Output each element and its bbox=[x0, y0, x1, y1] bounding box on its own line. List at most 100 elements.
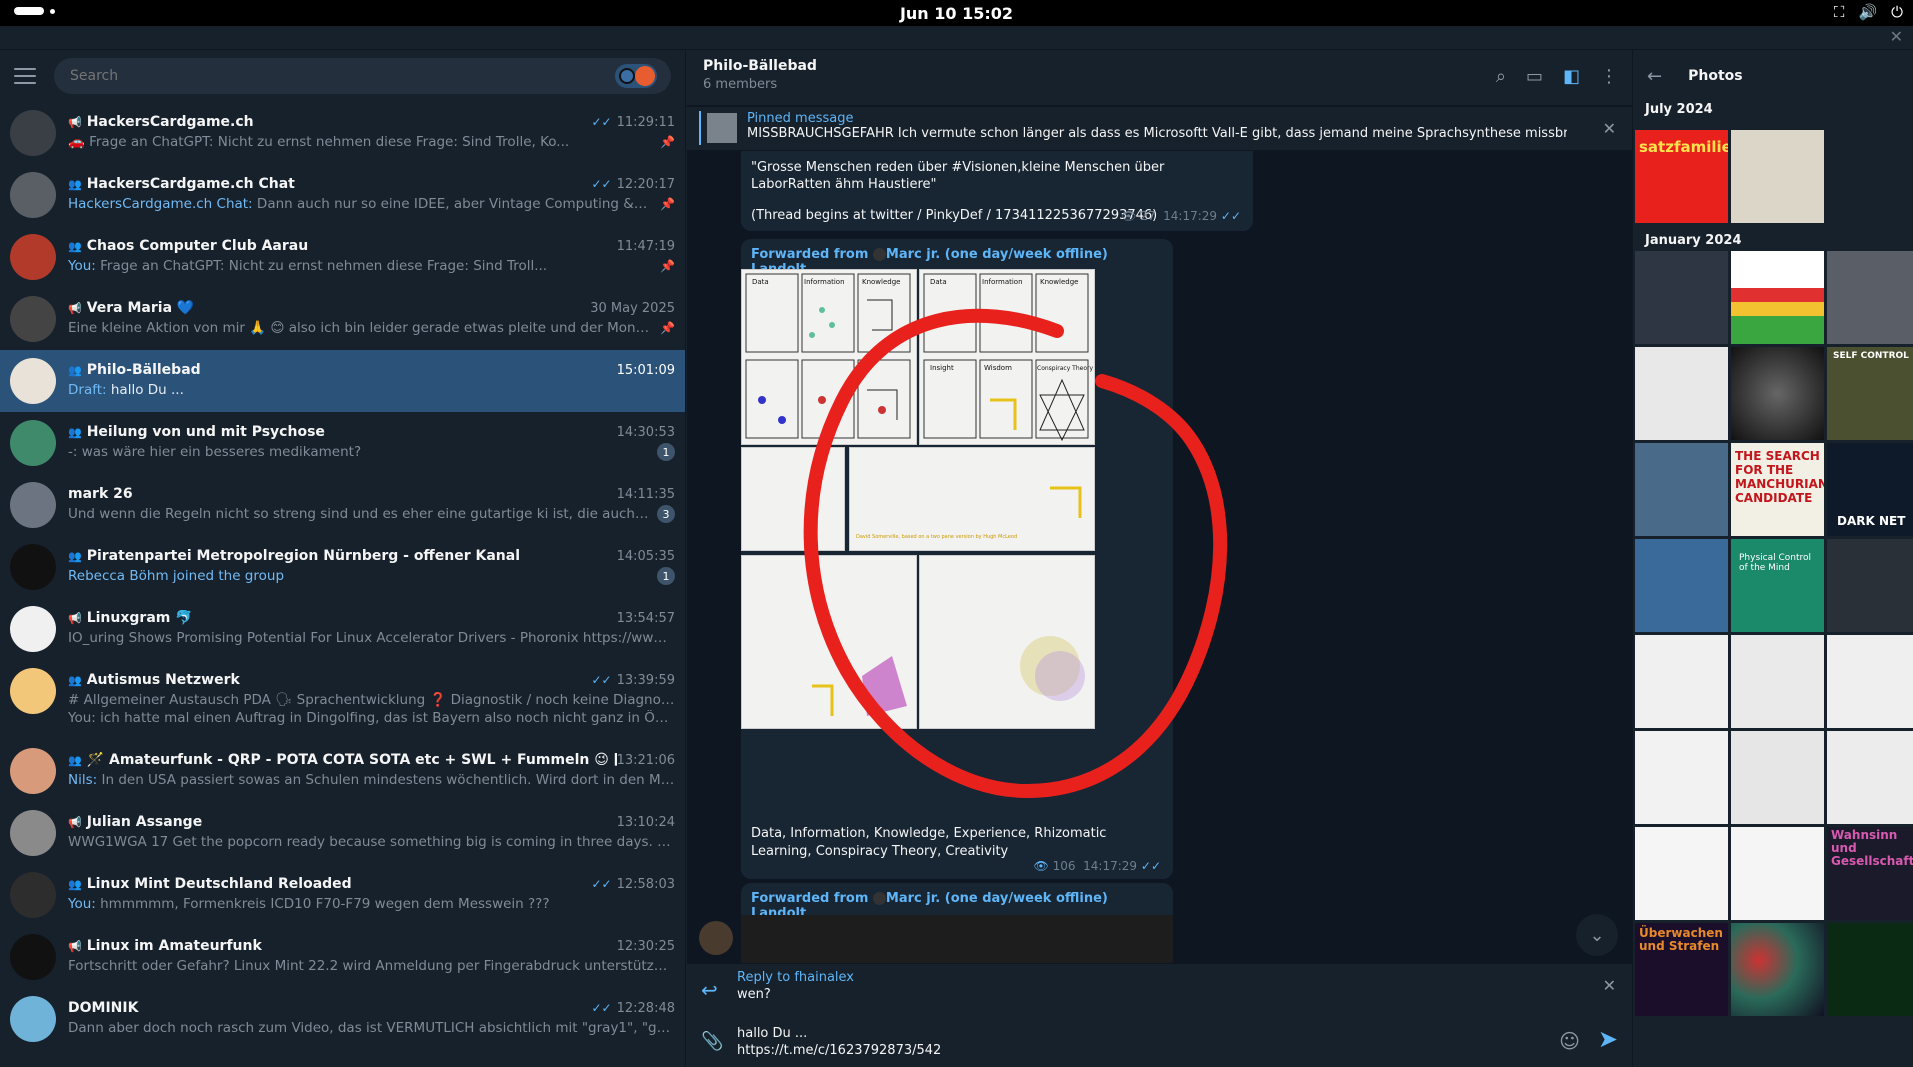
system-clock[interactable]: Jun 10 15:02 bbox=[900, 4, 1013, 23]
photo-thumbnail[interactable]: Überwachen und Strafen bbox=[1635, 923, 1728, 1016]
shared-photos-panel: ← Photos July 2024 satzfamilien January … bbox=[1632, 50, 1913, 1067]
photo-thumbnail[interactable] bbox=[1635, 539, 1728, 632]
photo-thumbnail[interactable]: SELF CONTROL bbox=[1827, 347, 1913, 440]
volume-icon[interactable]: 🔊 bbox=[1858, 3, 1877, 21]
emoji-icon[interactable]: ☺ bbox=[1559, 1029, 1580, 1053]
menu-icon[interactable] bbox=[14, 68, 36, 84]
chat-name: 👥 Philo-Bällebad bbox=[68, 362, 201, 378]
night-mode-toggle[interactable] bbox=[615, 64, 657, 88]
chat-avatar[interactable] bbox=[10, 482, 56, 528]
photo-thumbnail[interactable] bbox=[1635, 443, 1728, 536]
message-history[interactable]: "Grosse Menschen reden über #Visionen,kl… bbox=[687, 151, 1632, 963]
photo-thumbnail[interactable]: Wahnsinn und Gesellschaft bbox=[1827, 827, 1913, 920]
attach-icon[interactable]: 📎 bbox=[701, 1031, 723, 1052]
photo-thumbnail[interactable] bbox=[1827, 635, 1913, 728]
photo-thumbnail[interactable] bbox=[1635, 251, 1728, 344]
video-chat-icon[interactable]: ▭ bbox=[1526, 66, 1543, 87]
chat-list-item[interactable]: 👥 Autismus Netzwerk ✓✓ 13:39:59 # Allgemeine… bbox=[0, 660, 685, 740]
photos-grid-january: SELF CONTROL THE SEARCH FOR THE MANCHURI… bbox=[1633, 251, 1913, 1016]
message-sender: You: bbox=[68, 258, 96, 274]
photo-thumbnail[interactable] bbox=[1827, 539, 1913, 632]
power-icon[interactable]: ⏻ bbox=[1891, 3, 1903, 21]
chat-list-item[interactable]: 📢 HackersCardgame.ch ✓✓ 11:29:11 🚗 Frage an … bbox=[0, 102, 685, 164]
group-icon: 👥 bbox=[68, 878, 82, 891]
chat-avatar[interactable] bbox=[10, 420, 56, 466]
chat-list-item[interactable]: 👥 Linux Mint Deutschland Reloaded ✓✓ 12:58:… bbox=[0, 864, 685, 926]
photo-thumbnail[interactable] bbox=[1635, 827, 1728, 920]
chat-avatar[interactable] bbox=[10, 544, 56, 590]
activities-indicator[interactable] bbox=[14, 7, 44, 15]
photo-thumbnail[interactable]: THE SEARCH FOR THE MANCHURIAN CANDIDATE bbox=[1731, 443, 1824, 536]
photo-thumbnail[interactable] bbox=[1731, 635, 1824, 728]
photo-thumbnail[interactable] bbox=[1827, 731, 1913, 824]
chat-list-item[interactable]: mark 26 14:11:35 Und wenn die Regeln nicht… bbox=[0, 474, 685, 536]
chat-avatar[interactable] bbox=[10, 668, 56, 714]
photo-thumbnail[interactable] bbox=[1731, 251, 1824, 344]
chat-list-item[interactable]: 👥 Philo-Bällebad 15:01:09 Draft: hallo Du .… bbox=[0, 350, 685, 412]
chat-name: 👥 Heilung von und mit Psychose bbox=[68, 424, 325, 440]
chat-avatar[interactable] bbox=[10, 358, 56, 404]
photo-thumbnail[interactable]: satzfamilien bbox=[1635, 130, 1728, 223]
photo-thumbnail[interactable] bbox=[1731, 731, 1824, 824]
message-input[interactable]: hallo Du ... https://t.me/c/1623792873/5… bbox=[737, 1025, 1517, 1063]
chat-list-item[interactable]: 👥 HackersCardgame.ch Chat ✓✓ 12:20:17 Hacker… bbox=[0, 164, 685, 226]
sidebar-toggle-icon[interactable]: ◧ bbox=[1563, 66, 1580, 87]
chat-avatar[interactable] bbox=[10, 110, 56, 156]
photo-thumbnail[interactable] bbox=[1731, 827, 1824, 920]
reply-preview-bar[interactable]: ↩ Reply to fhainalex wen? ✕ bbox=[687, 963, 1632, 1015]
reply-text: wen? bbox=[737, 987, 771, 1002]
chat-avatar[interactable] bbox=[10, 872, 56, 918]
chat-avatar[interactable] bbox=[10, 934, 56, 980]
chat-avatar[interactable] bbox=[10, 996, 56, 1042]
pinned-message-bar[interactable]: Pinned message MISSBRAUCHSGEFAHR Ich ver… bbox=[687, 107, 1632, 151]
scroll-down-button[interactable]: ⌄ bbox=[1576, 914, 1618, 956]
photo-thumbnail[interactable] bbox=[1731, 347, 1824, 440]
chat-list-item[interactable]: 📢 Linux im Amateurfunk 12:30:25 Fortschritt… bbox=[0, 926, 685, 988]
chat-avatar[interactable] bbox=[10, 296, 56, 342]
photo-text: THE SEARCH FOR THE MANCHURIAN CANDIDATE bbox=[1735, 449, 1824, 505]
chat-list-item[interactable]: 📢 Vera Maria 💙 30 May 2025 Eine kleine Akti… bbox=[0, 288, 685, 350]
chat-name: 📢 Vera Maria 💙 bbox=[68, 300, 195, 316]
pinned-indicator bbox=[699, 111, 701, 145]
chat-list-item[interactable]: 👥 Chaos Computer Club Aarau 11:47:19 You: F… bbox=[0, 226, 685, 288]
cancel-reply-icon[interactable]: ✕ bbox=[1603, 976, 1616, 995]
compose-area[interactable]: 📎 hallo Du ... https://t.me/c/1623792873… bbox=[687, 1015, 1632, 1067]
network-icon[interactable]: ⛶ bbox=[1834, 3, 1845, 21]
close-pinned-icon[interactable]: ✕ bbox=[1603, 119, 1616, 138]
chat-list-item[interactable]: 📢 Julian Assange 13:10:24 WWG1WGA 17 Get th… bbox=[0, 802, 685, 864]
photo-thumbnail[interactable]: DARK NET bbox=[1827, 443, 1913, 536]
chat-list-item[interactable]: 👥 🪄 Amateurfunk - QRP - POTA COTA SOTA et… bbox=[0, 740, 685, 802]
back-arrow-icon[interactable]: ← bbox=[1647, 66, 1662, 87]
chat-header[interactable]: Philo-Bällebad 6 members ⌕ ▭ ◧ ⋮ bbox=[687, 50, 1632, 106]
chat-avatar[interactable] bbox=[10, 748, 56, 794]
chat-name: 📢 HackersCardgame.ch bbox=[68, 114, 254, 130]
window-close-icon[interactable]: ✕ bbox=[1890, 27, 1903, 46]
chat-list-item[interactable]: 👥 Piratenpartei Metropolregion Nürnberg -… bbox=[0, 536, 685, 598]
photo-thumbnail[interactable] bbox=[1827, 251, 1913, 344]
photo-thumbnail[interactable] bbox=[1731, 923, 1824, 1016]
send-button[interactable]: ➤ bbox=[1598, 1025, 1618, 1053]
photo-thumbnail[interactable] bbox=[1635, 731, 1728, 824]
search-icon[interactable]: ⌕ bbox=[1496, 66, 1506, 87]
chat-avatar[interactable] bbox=[10, 234, 56, 280]
photo-thumbnail[interactable] bbox=[1731, 130, 1824, 223]
chat-list-item[interactable]: 📢 Linuxgram 🐬 13:54:57 IO_uring Shows Promi… bbox=[0, 598, 685, 660]
search-input[interactable] bbox=[70, 68, 590, 84]
group-icon: 👥 bbox=[68, 754, 82, 767]
more-menu-icon[interactable]: ⋮ bbox=[1600, 66, 1618, 87]
channel-icon: 📢 bbox=[68, 940, 82, 953]
system-tray[interactable]: ⛶ 🔊 ⏻ bbox=[1834, 3, 1903, 21]
chat-avatar[interactable] bbox=[10, 810, 56, 856]
chat-avatar[interactable] bbox=[10, 172, 56, 218]
chat-list-item[interactable]: 👥 Heilung von und mit Psychose 14:30:53 -: … bbox=[0, 412, 685, 474]
chat-last-message: 🚗 Frage an ChatGPT: Nicht zu ernst nehme… bbox=[68, 134, 570, 150]
chat-avatar[interactable] bbox=[10, 606, 56, 652]
photo-thumbnail[interactable] bbox=[1635, 347, 1728, 440]
photo-thumbnail[interactable] bbox=[1635, 635, 1728, 728]
photo-thumbnail[interactable] bbox=[1827, 923, 1913, 1016]
photo-thumbnail[interactable]: Physical Control of the Mind bbox=[1731, 539, 1824, 632]
chat-title[interactable]: Philo-Bällebad bbox=[703, 58, 1616, 74]
chat-last-message-line2: You: ich hatte mal einen Auftrag in Ding… bbox=[68, 710, 675, 726]
search-box[interactable] bbox=[54, 58, 671, 94]
chat-list-item[interactable]: DOMINIK ✓✓ 12:28:48 Dann aber doch noch ras… bbox=[0, 988, 685, 1050]
